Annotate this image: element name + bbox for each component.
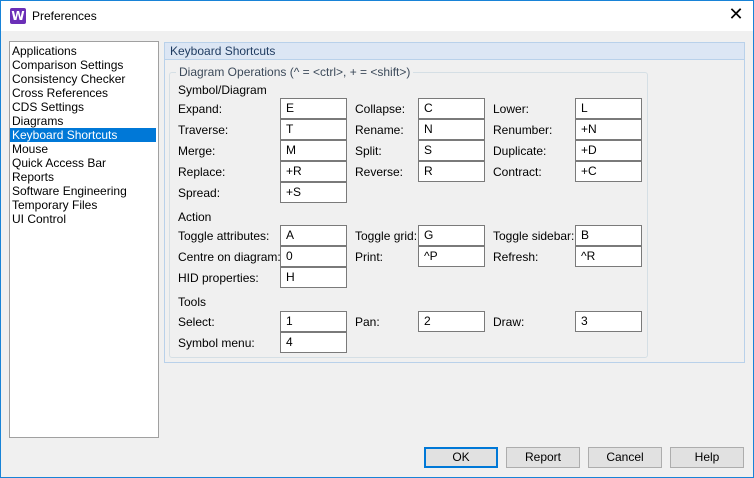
label-toggle-grid: Toggle grid:	[355, 229, 418, 243]
label-hid-properties: HID properties:	[178, 271, 259, 285]
nav-item-cds-settings[interactable]: CDS Settings	[10, 100, 156, 114]
label-traverse: Traverse:	[178, 123, 229, 137]
label-collapse: Collapse:	[355, 102, 406, 116]
label-spread: Spread:	[178, 186, 221, 200]
toggle-attributes-shortcut-field[interactable]: A	[280, 225, 347, 246]
nav-item-ui-control[interactable]: UI Control	[10, 212, 156, 226]
nav-item-consistency-checker[interactable]: Consistency Checker	[10, 72, 156, 86]
spread-shortcut-field[interactable]: +S	[280, 182, 347, 203]
nav-item-mouse[interactable]: Mouse	[10, 142, 156, 156]
nav-item-cross-references[interactable]: Cross References	[10, 86, 156, 100]
label-expand: Expand:	[178, 102, 223, 116]
label-replace: Replace:	[178, 165, 226, 179]
collapse-shortcut-field[interactable]: C	[418, 98, 485, 119]
print-shortcut-field[interactable]: ^P	[418, 246, 485, 267]
centre-on-diagram-shortcut-field[interactable]: 0	[280, 246, 347, 267]
ok-button[interactable]: OK	[424, 447, 498, 468]
nav-item-reports[interactable]: Reports	[10, 170, 156, 184]
category-list[interactable]: Applications Comparison Settings Consist…	[9, 41, 159, 438]
report-button[interactable]: Report	[506, 447, 580, 468]
pan-shortcut-field[interactable]: 2	[418, 311, 485, 332]
window-title: Preferences	[32, 9, 97, 23]
hid-properties-shortcut-field[interactable]: H	[280, 267, 347, 288]
toggle-sidebar-shortcut-field[interactable]: B	[575, 225, 642, 246]
label-contract: Contract:	[493, 165, 542, 179]
nav-item-temporary-files[interactable]: Temporary Files	[10, 198, 156, 212]
section-title-action: Action	[178, 210, 212, 224]
label-renumber: Renumber:	[493, 123, 553, 137]
toggle-grid-shortcut-field[interactable]: G	[418, 225, 485, 246]
renumber-shortcut-field[interactable]: +N	[575, 119, 642, 140]
cancel-button[interactable]: Cancel	[588, 447, 662, 468]
draw-shortcut-field[interactable]: 3	[575, 311, 642, 332]
section-title-tools: Tools	[178, 295, 207, 309]
symbol-menu-shortcut-field[interactable]: 4	[280, 332, 347, 353]
panel-header: Keyboard Shortcuts	[165, 43, 744, 60]
label-toggle-sidebar: Toggle sidebar:	[493, 229, 575, 243]
label-symbol-menu: Symbol menu:	[178, 336, 255, 350]
merge-shortcut-field[interactable]: M	[280, 140, 347, 161]
label-pan: Pan:	[355, 315, 380, 329]
nav-item-applications[interactable]: Applications	[10, 44, 156, 58]
nav-item-comparison-settings[interactable]: Comparison Settings	[10, 58, 156, 72]
app-logo-icon: W	[10, 8, 26, 24]
refresh-shortcut-field[interactable]: ^R	[575, 246, 642, 267]
lower-shortcut-field[interactable]: L	[575, 98, 642, 119]
select-shortcut-field[interactable]: 1	[280, 311, 347, 332]
label-toggle-attributes: Toggle attributes:	[178, 229, 270, 243]
title-bar: W Preferences ✕	[1, 1, 753, 31]
label-select: Select:	[178, 315, 215, 329]
replace-shortcut-field[interactable]: +R	[280, 161, 347, 182]
duplicate-shortcut-field[interactable]: +D	[575, 140, 642, 161]
label-reverse: Reverse:	[355, 165, 404, 179]
frame-title: Diagram Operations (^ = <ctrl>, + = <shi…	[176, 65, 414, 79]
traverse-shortcut-field[interactable]: T	[280, 119, 347, 140]
close-icon[interactable]: ✕	[723, 5, 749, 27]
label-centre-on-diagram: Centre on diagram:	[178, 250, 281, 264]
nav-item-software-engineering[interactable]: Software Engineering	[10, 184, 156, 198]
label-split: Split:	[355, 144, 382, 158]
section-title-symbol-diagram: Symbol/Diagram	[178, 83, 267, 97]
nav-item-diagrams[interactable]: Diagrams	[10, 114, 156, 128]
label-lower: Lower:	[493, 102, 530, 116]
nav-item-keyboard-shortcuts[interactable]: Keyboard Shortcuts	[10, 128, 156, 142]
reverse-shortcut-field[interactable]: R	[418, 161, 485, 182]
split-shortcut-field[interactable]: S	[418, 140, 485, 161]
contract-shortcut-field[interactable]: +C	[575, 161, 642, 182]
nav-item-quick-access-bar[interactable]: Quick Access Bar	[10, 156, 156, 170]
label-print: Print:	[355, 250, 384, 264]
label-draw: Draw:	[493, 315, 525, 329]
label-merge: Merge:	[178, 144, 216, 158]
expand-shortcut-field[interactable]: E	[280, 98, 347, 119]
help-button[interactable]: Help	[670, 447, 744, 468]
label-duplicate: Duplicate:	[493, 144, 547, 158]
rename-shortcut-field[interactable]: N	[418, 119, 485, 140]
label-rename: Rename:	[355, 123, 404, 137]
label-refresh: Refresh:	[493, 250, 539, 264]
